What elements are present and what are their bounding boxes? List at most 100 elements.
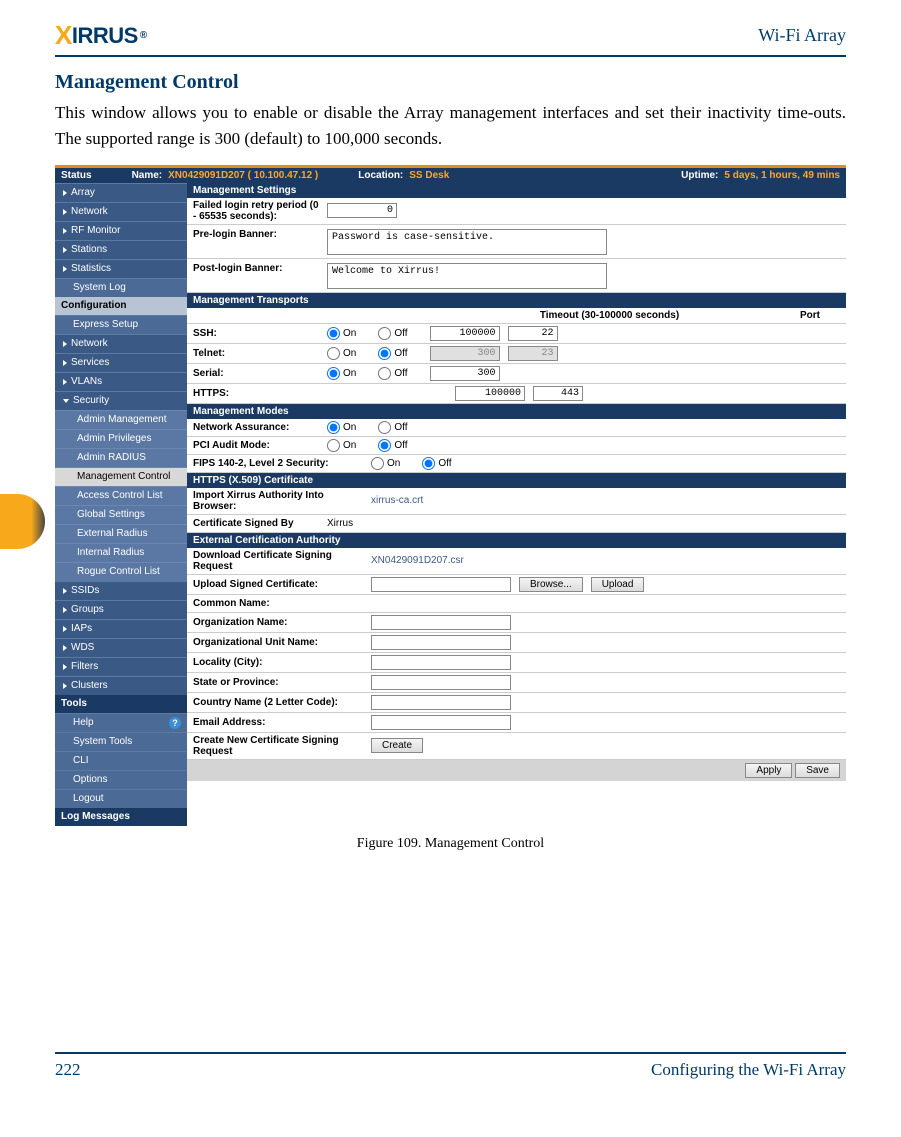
net-assure-on-radio[interactable]: On <box>327 421 356 434</box>
sidebar-options[interactable]: Options <box>55 770 187 789</box>
figure-caption: Figure 109. Management Control <box>55 836 846 852</box>
save-button[interactable]: Save <box>795 763 840 778</box>
browse-button[interactable]: Browse... <box>519 577 583 592</box>
state-label: State or Province: <box>193 677 363 688</box>
sidebar-cfg-network[interactable]: Network <box>55 334 187 353</box>
https-port-input[interactable] <box>533 386 583 401</box>
serial-off-radio[interactable]: Off <box>378 367 407 380</box>
network-assurance-label: Network Assurance: <box>193 422 319 433</box>
telnet-timeout-input[interactable] <box>430 346 500 361</box>
https-label: HTTPS: <box>193 388 319 399</box>
create-button[interactable]: Create <box>371 738 423 753</box>
sidebar-express-setup[interactable]: Express Setup <box>55 315 187 334</box>
sidebar-cli[interactable]: CLI <box>55 751 187 770</box>
intro-paragraph: This window allows you to enable or disa… <box>55 100 846 153</box>
sidebar-access-control-list[interactable]: Access Control List <box>55 486 187 505</box>
panel-management-transports: Management Transports <box>187 293 846 308</box>
sidebar-array[interactable]: Array <box>55 183 187 202</box>
sidebar-log-messages-head: Log Messages <box>55 808 187 826</box>
sidebar-system-log[interactable]: System Log <box>55 278 187 297</box>
sidebar-filters[interactable]: Filters <box>55 657 187 676</box>
email-input[interactable] <box>371 715 511 730</box>
sidebar-network[interactable]: Network <box>55 202 187 221</box>
sidebar: Array Network RF Monitor Stations Statis… <box>55 183 187 826</box>
organization-name-label: Organization Name: <box>193 617 363 628</box>
management-control-screenshot: Status Name:XN0429091D207 ( 10.100.47.12… <box>55 165 846 826</box>
serial-on-radio[interactable]: On <box>327 367 356 380</box>
sidebar-internal-radius[interactable]: Internal Radius <box>55 543 187 562</box>
pci-off-radio[interactable]: Off <box>378 439 407 452</box>
sidebar-ssids[interactable]: SSIDs <box>55 581 187 600</box>
telnet-port-input[interactable] <box>508 346 558 361</box>
ssh-timeout-input[interactable] <box>430 326 500 341</box>
ssh-on-radio[interactable]: On <box>327 327 356 340</box>
page-number: 222 <box>55 1060 81 1080</box>
import-authority-link[interactable]: xirrus-ca.crt <box>371 495 423 506</box>
retry-period-input[interactable] <box>327 203 397 218</box>
sidebar-external-radius[interactable]: External Radius <box>55 524 187 543</box>
country-input[interactable] <box>371 695 511 710</box>
telnet-off-radio[interactable]: Off <box>378 347 407 360</box>
telnet-on-radio[interactable]: On <box>327 347 356 360</box>
retry-period-label: Failed login retry period (0 - 65535 sec… <box>193 200 319 222</box>
sidebar-clusters[interactable]: Clusters <box>55 676 187 695</box>
sidebar-rf-monitor[interactable]: RF Monitor <box>55 221 187 240</box>
upload-cert-input[interactable] <box>371 577 511 592</box>
pre-login-banner-input[interactable]: Password is case-sensitive. <box>327 229 607 255</box>
sidebar-rogue-control-list[interactable]: Rogue Control List <box>55 562 187 581</box>
sidebar-vlans[interactable]: VLANs <box>55 372 187 391</box>
ou-name-input[interactable] <box>371 635 511 650</box>
ssh-label: SSH: <box>193 328 319 339</box>
pci-on-radio[interactable]: On <box>327 439 356 452</box>
sidebar-help[interactable]: Help? <box>55 713 187 732</box>
sidebar-wds[interactable]: WDS <box>55 638 187 657</box>
sidebar-stations[interactable]: Stations <box>55 240 187 259</box>
sidebar-statistics[interactable]: Statistics <box>55 259 187 278</box>
state-input[interactable] <box>371 675 511 690</box>
sidebar-admin-management[interactable]: Admin Management <box>55 410 187 429</box>
email-label: Email Address: <box>193 717 363 728</box>
post-login-banner-input[interactable]: Welcome to Xirrus! <box>327 263 607 289</box>
upload-button[interactable]: Upload <box>591 577 645 592</box>
brand-logo: XIRRUS® <box>55 20 147 51</box>
create-csr-label: Create New Certificate Signing Request <box>193 735 363 757</box>
fips-on-radio[interactable]: On <box>371 457 400 470</box>
download-csr-link[interactable]: XN0429091D207.csr <box>371 555 464 566</box>
sidebar-admin-privileges[interactable]: Admin Privileges <box>55 429 187 448</box>
sidebar-services[interactable]: Services <box>55 353 187 372</box>
panel-https-certificate: HTTPS (X.509) Certificate <box>187 473 846 488</box>
ssh-port-input[interactable] <box>508 326 558 341</box>
serial-timeout-input[interactable] <box>430 366 500 381</box>
https-timeout-input[interactable] <box>455 386 525 401</box>
organization-name-input[interactable] <box>371 615 511 630</box>
cert-signed-by-value: Xirrus <box>327 518 353 529</box>
sidebar-groups[interactable]: Groups <box>55 600 187 619</box>
panel-external-cert-authority: External Certification Authority <box>187 533 846 548</box>
upload-cert-label: Upload Signed Certificate: <box>193 579 363 590</box>
sidebar-security[interactable]: Security <box>55 391 187 410</box>
cert-signed-by-label: Certificate Signed By <box>193 518 319 529</box>
sidebar-logout[interactable]: Logout <box>55 789 187 808</box>
fips-label: FIPS 140-2, Level 2 Security: <box>193 458 363 469</box>
sidebar-iaps[interactable]: IAPs <box>55 619 187 638</box>
ssh-off-radio[interactable]: Off <box>378 327 407 340</box>
sidebar-global-settings[interactable]: Global Settings <box>55 505 187 524</box>
sidebar-admin-radius[interactable]: Admin RADIUS <box>55 448 187 467</box>
net-assure-off-radio[interactable]: Off <box>378 421 407 434</box>
pci-audit-label: PCI Audit Mode: <box>193 440 319 451</box>
status-name: XN0429091D207 ( 10.100.47.12 ) <box>168 170 318 181</box>
telnet-label: Telnet: <box>193 348 319 359</box>
sidebar-system-tools[interactable]: System Tools <box>55 732 187 751</box>
locality-input[interactable] <box>371 655 511 670</box>
download-csr-label: Download Certificate Signing Request <box>193 550 363 572</box>
status-location: SS Desk <box>409 170 449 181</box>
sidebar-management-control[interactable]: Management Control <box>55 467 187 486</box>
section-title: Management Control <box>55 71 846 94</box>
footer-chapter: Configuring the Wi-Fi Array <box>651 1060 846 1080</box>
country-label: Country Name (2 Letter Code): <box>193 697 363 708</box>
ou-name-label: Organizational Unit Name: <box>193 637 363 648</box>
fips-off-radio[interactable]: Off <box>422 457 451 470</box>
apply-button[interactable]: Apply <box>745 763 792 778</box>
status-label: Status <box>61 170 92 181</box>
pre-login-banner-label: Pre-login Banner: <box>193 229 319 240</box>
